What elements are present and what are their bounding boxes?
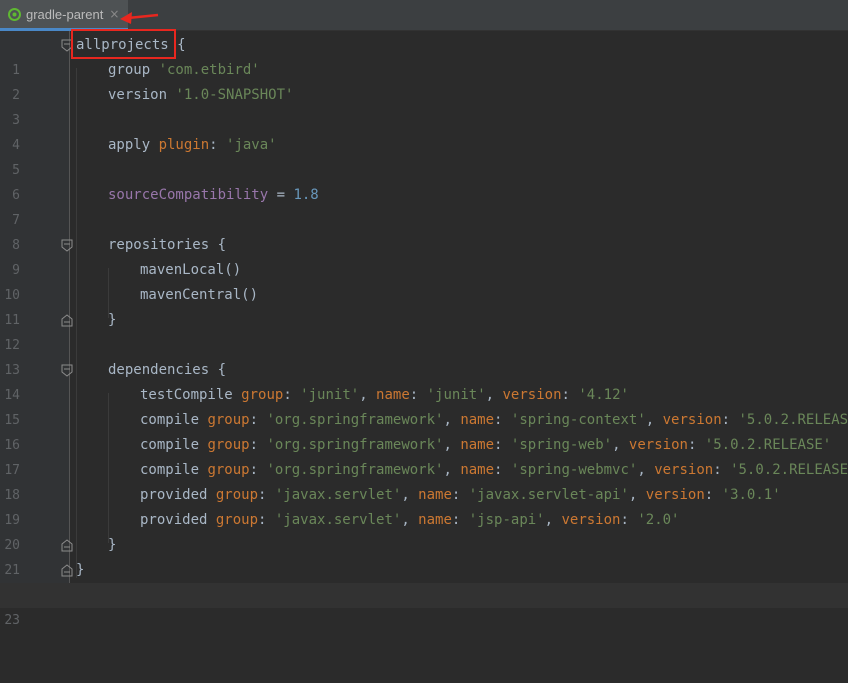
code-line-12[interactable]: 12 } xyxy=(0,308,848,353)
code-line-16[interactable]: 16 compile group: 'org.springframework',… xyxy=(0,408,848,453)
code-text: group 'com.etbird' xyxy=(108,62,260,78)
code-text: compile group: 'org.springframework', na… xyxy=(140,412,848,428)
code-text: sourceCompatibility = 1.8 xyxy=(108,187,319,203)
fold-collapse-icon[interactable] xyxy=(61,364,73,377)
code-lines: 1 allprojects { 2 group 'com.etbird' 3 v… xyxy=(0,33,848,628)
code-line-15[interactable]: 15 testCompile group: 'junit', name: 'ju… xyxy=(0,383,848,428)
code-text: compile group: 'org.springframework', na… xyxy=(140,437,832,453)
code-line-13[interactable]: 13 xyxy=(0,333,848,378)
code-text: mavenCentral() xyxy=(140,287,259,303)
code-line-4[interactable]: 4 xyxy=(0,108,848,153)
red-highlight-box xyxy=(71,29,176,59)
code-line-5[interactable]: 5 apply plugin: 'java' xyxy=(0,133,848,178)
tab-gradle-parent[interactable]: gradle-parent × xyxy=(0,0,128,31)
code-text: compile group: 'org.springframework', na… xyxy=(140,462,848,478)
code-line-11[interactable]: 11 mavenCentral() xyxy=(0,283,848,328)
fold-collapse-icon[interactable] xyxy=(61,239,73,252)
code-text: } xyxy=(108,312,117,328)
code-line-17[interactable]: 17 compile group: 'org.springframework',… xyxy=(0,433,848,478)
code-text: version '1.0-SNAPSHOT' xyxy=(108,87,294,103)
tab-label: gradle-parent xyxy=(26,6,104,22)
code-line-6[interactable]: 6 xyxy=(0,158,848,203)
code-text: apply plugin: 'java' xyxy=(108,137,277,153)
code-text: provided group: 'javax.servlet', name: '… xyxy=(140,487,781,503)
code-line-7[interactable]: 7 sourceCompatibility = 1.8 xyxy=(0,183,848,228)
code-line-23[interactable]: 23 xyxy=(0,583,848,628)
code-line-3[interactable]: 3 version '1.0-SNAPSHOT' xyxy=(0,83,848,128)
line-number: 23 xyxy=(4,613,20,628)
code-text: repositories { xyxy=(108,237,227,253)
fold-end-icon[interactable] xyxy=(61,539,73,552)
code-line-2[interactable]: 2 group 'com.etbird' xyxy=(0,58,848,103)
code-text: } xyxy=(108,537,117,553)
code-line-9[interactable]: 9 repositories { xyxy=(0,233,848,278)
code-line-20[interactable]: 20 provided group: 'javax.servlet', name… xyxy=(0,508,848,553)
code-line-10[interactable]: 10 mavenLocal() xyxy=(0,258,848,303)
code-text: } xyxy=(76,562,85,578)
code-line-19[interactable]: 19 provided group: 'javax.servlet', name… xyxy=(0,483,848,528)
gradle-icon xyxy=(8,7,21,21)
fold-end-icon[interactable] xyxy=(61,564,73,577)
red-arrow-annotation xyxy=(120,12,159,24)
code-editor[interactable]: 1 allprojects { 2 group 'com.etbird' 3 v… xyxy=(0,29,848,628)
code-line-8[interactable]: 8 xyxy=(0,208,848,253)
code-text: dependencies { xyxy=(108,362,227,378)
code-text: testCompile group: 'junit', name: 'junit… xyxy=(140,387,629,403)
code-text: mavenLocal() xyxy=(140,262,242,278)
editor-tab-bar: gradle-parent × xyxy=(0,0,848,31)
code-line-21[interactable]: 21 } xyxy=(0,533,848,578)
code-line-18[interactable]: 18 compile group: 'org.springframework',… xyxy=(0,458,848,503)
code-line-14[interactable]: 14 dependencies { xyxy=(0,358,848,403)
code-text: provided group: 'javax.servlet', name: '… xyxy=(140,512,680,528)
fold-end-icon[interactable] xyxy=(61,314,73,327)
code-line-22[interactable]: 22 } xyxy=(0,558,848,603)
